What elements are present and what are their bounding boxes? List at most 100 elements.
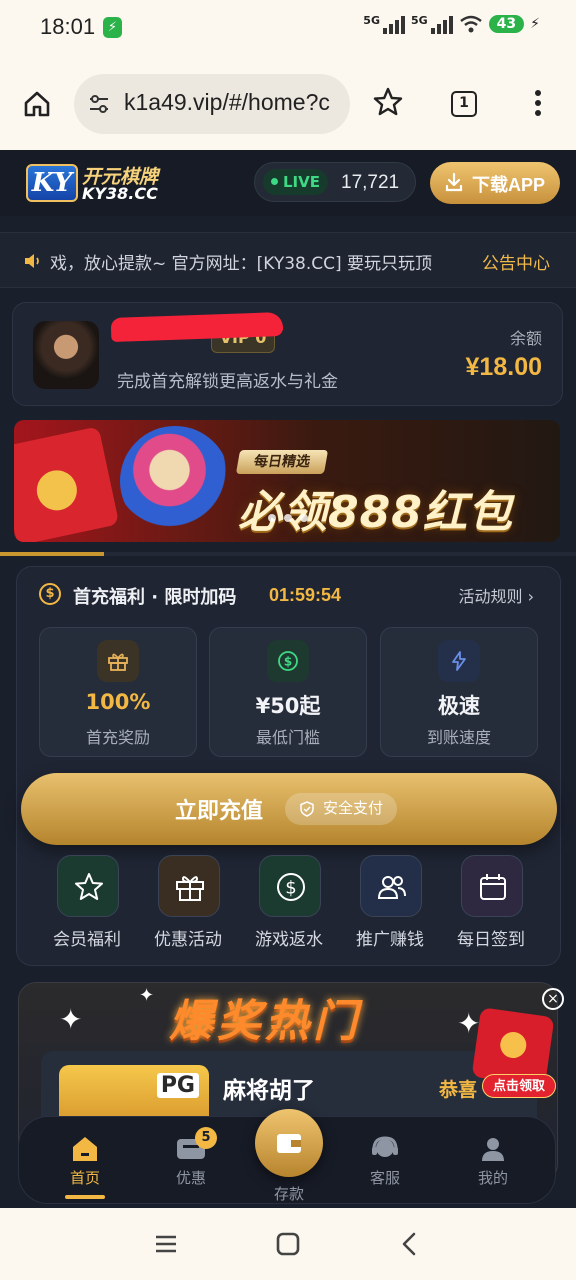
- live-label: LIVE: [283, 173, 320, 191]
- tab-customer-service-label: 客服: [369, 1169, 400, 1187]
- svg-text:$: $: [284, 655, 292, 669]
- overflow-menu-icon[interactable]: [534, 90, 542, 118]
- live-dot-icon: [271, 178, 278, 185]
- stat-minimum-label: 最低门槛: [255, 728, 320, 747]
- hot-jackpot-title: 爆奖热门: [169, 996, 361, 1047]
- game-name: 麻将胡了: [223, 1078, 315, 1104]
- tab-home[interactable]: 首页: [45, 1135, 125, 1201]
- announcement-bar: 戏，放心提款~ 官方网址：[KY38.CC] 要玩只玩顶 公告中心: [0, 232, 576, 288]
- site-logo[interactable]: KY 开元棋牌 KY38.CC: [26, 162, 176, 206]
- sparkle-icon: ✦: [59, 1003, 83, 1036]
- dollar-icon: $: [267, 640, 309, 682]
- live-tag: LIVE: [263, 169, 328, 195]
- avatar[interactable]: [33, 321, 99, 389]
- home-icon[interactable]: [22, 89, 52, 119]
- headset-icon: [372, 1136, 398, 1157]
- secure-payment-badge: 安全支付: [285, 793, 398, 825]
- red-envelope-image: [14, 426, 120, 542]
- quick-referral[interactable]: 推广赚钱: [340, 855, 440, 955]
- url-text[interactable]: k1a49.vip/#/home?c: [124, 89, 342, 116]
- account-card[interactable]: VIP 0 完成首充解锁更高返水与礼金 余额 ¥18.00: [12, 302, 563, 406]
- live-players-indicator: LIVE 17,721: [254, 162, 416, 202]
- quick-label: 优惠活动: [154, 930, 222, 950]
- logo-badge: KY: [26, 164, 78, 202]
- stat-speed-value: 极速: [438, 694, 480, 718]
- bottom-tab-bar: 首页 5 优惠 存款 客服 我的: [18, 1109, 556, 1204]
- live-count: 17,721: [341, 172, 400, 193]
- gift-icon: [97, 640, 139, 682]
- lightning-icon: [438, 640, 480, 682]
- signal-icon: 5G: [363, 14, 405, 34]
- quick-promotions[interactable]: 优惠活动: [138, 855, 238, 955]
- quick-label: 每日签到: [457, 930, 525, 950]
- balance-value: ¥18.00: [465, 353, 542, 381]
- recent-apps-icon[interactable]: [150, 1228, 182, 1260]
- download-app-label: 下载APP: [472, 175, 546, 195]
- banner-chip: 每日精选: [235, 450, 329, 474]
- back-icon[interactable]: [394, 1228, 426, 1260]
- tab-home-label: 首页: [69, 1169, 100, 1187]
- announcement-center-link[interactable]: 公告中心: [482, 249, 550, 274]
- banner-title: 必领888红包: [238, 487, 513, 538]
- countdown-timer: 01:59:54: [269, 585, 342, 605]
- promo-banner[interactable]: 每日精选 必领888红包: [14, 420, 560, 542]
- wallet-icon: [277, 1134, 301, 1153]
- announcement-text: 戏，放心提款~ 官方网址：[KY38.CC] 要玩只玩顶: [50, 254, 433, 274]
- stat-minimum-value: ¥50起: [255, 694, 321, 718]
- gift-icon: [158, 855, 220, 917]
- signal-label: 5G: [410, 14, 428, 27]
- speaker-icon: [25, 254, 39, 268]
- site-settings-icon[interactable]: [88, 93, 110, 115]
- system-navigation-bar: [0, 1208, 576, 1280]
- browser-toolbar: k1a49.vip/#/home?c 1: [0, 56, 576, 150]
- star-icon: [57, 855, 119, 917]
- deposit-label: 存款: [273, 1185, 304, 1203]
- tab-switcher-button[interactable]: 1: [451, 91, 477, 117]
- balance-label: 余额: [509, 329, 542, 348]
- wifi-icon: [459, 15, 482, 33]
- banner-progress-fill: [0, 552, 104, 556]
- status-time: 18:01: [40, 14, 96, 39]
- secure-payment-label: 安全支付: [323, 800, 384, 817]
- signal-label: 5G: [363, 14, 380, 27]
- first-deposit-card: $ 首充福利 · 限时加码 01:59:54 活动规则 › 100% 首充奖励 …: [16, 566, 561, 966]
- logo-domain: KY38.CC: [82, 184, 158, 203]
- dollar-icon: $: [259, 855, 321, 917]
- quick-label: 会员福利: [53, 930, 121, 950]
- quick-label: 游戏返水: [255, 930, 323, 950]
- quick-vip-benefits[interactable]: 会员福利: [37, 855, 137, 955]
- bookmark-star-icon[interactable]: [372, 86, 404, 118]
- home-icon: [73, 1137, 97, 1161]
- deposit-button[interactable]: [255, 1109, 323, 1177]
- claim-red-packet-button[interactable]: 点击领取: [482, 1074, 556, 1098]
- recharge-now-label: 立即充值: [175, 798, 264, 823]
- tab-customer-service[interactable]: 客服: [345, 1135, 425, 1201]
- download-app-button[interactable]: 下载APP: [430, 162, 560, 204]
- pg-logo: PG: [156, 1073, 199, 1098]
- active-tab-indicator: [65, 1195, 105, 1199]
- stat-bonus-value: 100%: [85, 690, 151, 714]
- congrats-text: 恭喜: [439, 1079, 478, 1101]
- rules-link[interactable]: 活动规则 ›: [459, 583, 535, 607]
- tab-promotions[interactable]: 5 优惠: [151, 1127, 231, 1201]
- mascot-image: [120, 426, 230, 536]
- recharge-now-button[interactable]: 立即充值 安全支付: [21, 773, 557, 845]
- home-nav-icon[interactable]: [272, 1228, 304, 1260]
- stat-speed: 极速 到账速度: [380, 627, 538, 757]
- address-bar[interactable]: k1a49.vip/#/home?c: [74, 74, 350, 134]
- quick-daily-checkin[interactable]: 每日签到: [441, 855, 541, 955]
- users-icon: [360, 855, 422, 917]
- tab-profile[interactable]: 我的: [453, 1135, 533, 1201]
- tab-profile-label: 我的: [477, 1169, 508, 1187]
- close-icon[interactable]: ×: [542, 988, 564, 1010]
- carousel-dots[interactable]: [268, 514, 308, 522]
- calendar-icon: [461, 855, 523, 917]
- banner-progress: [0, 552, 576, 556]
- promotions-badge: 5: [195, 1127, 217, 1149]
- user-icon: [482, 1138, 504, 1161]
- battery-indicator: 43: [488, 15, 525, 33]
- status-bar: 18:01 ⚡ 5G 5G 43 ⚡: [0, 0, 576, 56]
- charging-icon: ⚡: [103, 17, 122, 38]
- quick-rebate[interactable]: $ 游戏返水: [239, 855, 339, 955]
- vip-promo-text: 完成首充解锁更高返水与礼金: [117, 372, 338, 392]
